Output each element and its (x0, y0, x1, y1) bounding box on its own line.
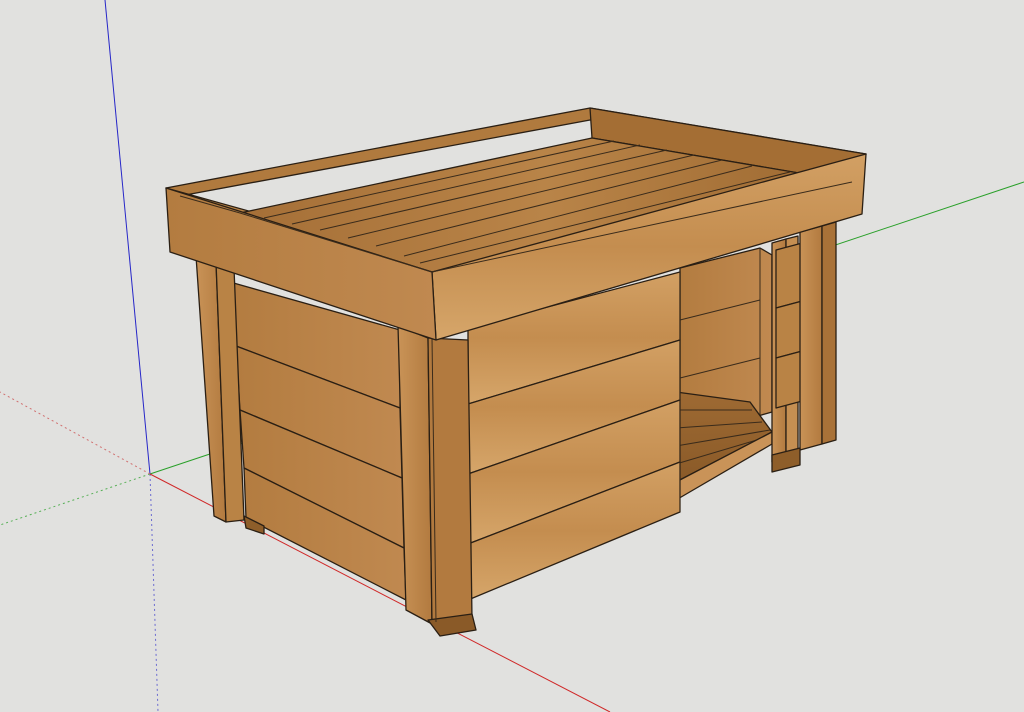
dog-house-model[interactable] (165, 107, 867, 637)
green-axis-dotted (0, 473, 151, 526)
scene-canvas[interactable] (0, 0, 1024, 712)
red-axis-dotted (0, 391, 151, 475)
modeling-viewport[interactable] (0, 0, 1024, 712)
front-corner-post[interactable] (397, 325, 477, 637)
blue-axis-dotted (149, 473, 159, 712)
blue-axis (104, 0, 151, 475)
left-end-wall[interactable] (229, 281, 407, 601)
